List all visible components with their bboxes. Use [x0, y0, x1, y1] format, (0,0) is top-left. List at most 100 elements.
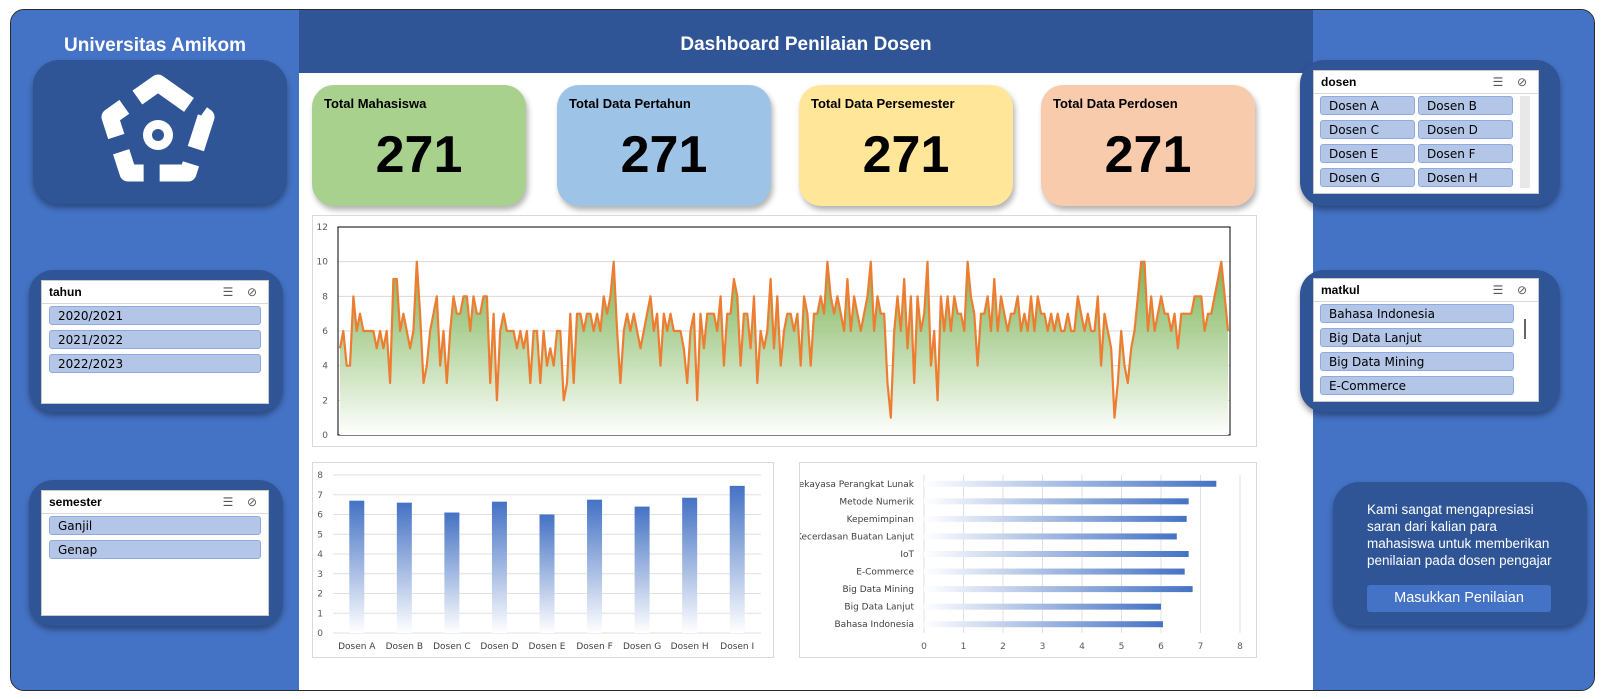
matkul-slicer: matkul ☰ ⊘ Bahasa Indonesia Big Data Lan…	[1313, 278, 1539, 402]
y-tick-label: Big Data Lanjut	[844, 603, 914, 613]
y-tick-label: 3	[317, 570, 323, 580]
feedback-message: Kami sangat mengapresiasi saran dari kal…	[1367, 502, 1552, 568]
slicer-scrollbar[interactable]	[1520, 96, 1530, 188]
x-tick-label: Dosen A	[338, 642, 376, 652]
kpi-label: Total Data Persemester	[811, 96, 955, 111]
slicer-item-dosen-f[interactable]: Dosen F	[1418, 144, 1513, 163]
clear-filter-icon[interactable]: ⊘	[244, 284, 260, 300]
slicer-header: tahun ☰ ⊘	[42, 281, 268, 304]
kpi-label: Total Mahasiswa	[324, 96, 427, 111]
y-tick-label: 12	[317, 223, 328, 233]
x-tick-label: 6	[1158, 642, 1164, 652]
slicer-scrollbar[interactable]	[1524, 319, 1526, 339]
slicer-item-dosen-d[interactable]: Dosen D	[1418, 120, 1513, 139]
bar	[634, 506, 650, 633]
x-tick-label: Dosen E	[529, 642, 566, 652]
bar	[924, 515, 1187, 522]
kpi-label: Total Data Perdosen	[1053, 96, 1178, 111]
slicer-item-dosen-a[interactable]: Dosen A	[1320, 96, 1415, 115]
slicer-item-2022-2023[interactable]: 2022/2023	[49, 354, 261, 373]
y-tick-label: E-Commerce	[856, 568, 914, 578]
bar	[924, 498, 1189, 505]
matkul-bar-chart-card: 0 1 2 3 4 5 6 7 8 Rekayasa Perangkat Lunak Metode …	[793, 462, 1257, 658]
slicer-item-dosen-b[interactable]: Dosen B	[1418, 96, 1513, 115]
clear-filter-icon[interactable]: ⊘	[244, 494, 260, 510]
kpi-card-total-pertahun: Total Data Pertahun 271	[557, 85, 771, 206]
slicer-item-dosen-h[interactable]: Dosen H	[1418, 168, 1513, 187]
slicer-item-2021-2022[interactable]: 2021/2022	[49, 330, 261, 349]
slicer-title: tahun	[49, 285, 82, 299]
dosen-bar-chart-card: 0 1 2 3 4 5 6 7 8 Dosen A Dosen B Dosen C Dosen D Dos…	[312, 462, 774, 658]
x-tick-label: Dosen B	[386, 642, 423, 652]
slicer-item-2020-2021[interactable]: 2020/2021	[49, 306, 261, 325]
multi-select-icon[interactable]: ☰	[220, 284, 236, 300]
x-tick-label: 0	[921, 642, 927, 652]
bar	[491, 501, 507, 633]
slicer-title: matkul	[1321, 283, 1360, 297]
area-series	[340, 261, 1228, 435]
bar	[924, 551, 1189, 557]
y-tick-label: 8	[322, 292, 328, 302]
bar	[729, 485, 745, 633]
kpi-value: 271	[620, 126, 708, 184]
x-tick-label: Dosen F	[576, 642, 612, 652]
right-panel: dosen ☰ ⊘ Dosen A Dosen B Dosen C Dosen …	[1300, 10, 1594, 690]
x-tick-label: 2	[1000, 642, 1006, 652]
slicer-item-dosen-c[interactable]: Dosen C	[1320, 120, 1415, 139]
slicer-item-dosen-e[interactable]: Dosen E	[1320, 144, 1415, 163]
kpi-card-total-perdosen: Total Data Perdosen 271	[1041, 85, 1255, 206]
slicer-item-genap[interactable]: Genap	[49, 540, 261, 559]
y-tick-label: 5	[317, 530, 323, 540]
multi-select-icon[interactable]: ☰	[1490, 74, 1506, 90]
y-tick-label: 10	[317, 258, 329, 268]
tahun-slicer: tahun ☰ ⊘ 2020/2021 2021/2022 2022/2023	[41, 280, 269, 404]
multi-select-icon[interactable]: ☰	[1490, 282, 1506, 298]
slicer-header: dosen ☰ ⊘	[1314, 71, 1538, 94]
bar	[682, 497, 698, 633]
y-tick-label: 1	[317, 609, 323, 619]
y-tick-label: 6	[317, 511, 323, 521]
slicer-header: semester ☰ ⊘	[42, 491, 268, 514]
dashboard-frame: Universitas Amikom tahun ☰ ⊘ 2020/2021 2…	[10, 9, 1595, 691]
multi-select-icon[interactable]: ☰	[220, 494, 236, 510]
slicer-item-big-data-lanjut[interactable]: Big Data Lanjut	[1320, 328, 1514, 347]
y-tick-label: 4	[322, 362, 328, 372]
bar	[587, 499, 603, 633]
x-tick-label: 8	[1237, 642, 1243, 652]
bar	[444, 512, 460, 633]
kpi-card-total-persemester: Total Data Persemester 271	[799, 85, 1013, 206]
y-tick-label: Rekayasa Perangkat Lunak	[800, 480, 915, 490]
y-tick-label: Big Data Mining	[843, 585, 915, 595]
y-tick-label: IoT	[900, 550, 914, 560]
tahun-slicer-card: tahun ☰ ⊘ 2020/2021 2021/2022 2022/2023	[29, 270, 283, 412]
submit-rating-button[interactable]: Masukkan Penilaian	[1367, 585, 1551, 612]
slicer-item-big-data-mining[interactable]: Big Data Mining	[1320, 352, 1514, 371]
bar	[924, 533, 1177, 540]
matkul-bar-chart: 0 1 2 3 4 5 6 7 8 Rekayasa Perangkat Lunak Metode …	[793, 475, 1243, 652]
dosen-slicer: dosen ☰ ⊘ Dosen A Dosen B Dosen C Dosen …	[1313, 70, 1539, 194]
slicer-item-dosen-g[interactable]: Dosen G	[1320, 168, 1415, 187]
slicer-title: semester	[49, 495, 102, 509]
x-tick-label: Dosen I	[720, 642, 754, 652]
y-tick-label: 2	[322, 396, 328, 406]
y-tick-label: Bahasa Indonesia	[835, 620, 915, 630]
semester-slicer-card: semester ☰ ⊘ Ganjil Genap	[29, 480, 283, 626]
slicer-item-bahasa-indonesia[interactable]: Bahasa Indonesia	[1320, 304, 1514, 323]
bar	[924, 480, 1217, 487]
feedback-card: Kami sangat mengapresiasi saran dari kal…	[1333, 482, 1587, 626]
center-panel: Dashboard Penilaian Dosen Total Mahasisw…	[299, 10, 1313, 690]
clear-filter-icon[interactable]: ⊘	[1514, 282, 1530, 298]
slicer-item-e-commerce[interactable]: E-Commerce	[1320, 376, 1514, 395]
left-panel: Universitas Amikom tahun ☰ ⊘ 2020/2021 2…	[11, 10, 299, 690]
y-tick-label: 6	[322, 327, 328, 337]
clear-filter-icon[interactable]: ⊘	[1514, 74, 1530, 90]
kpi-card-total-mahasiswa: Total Mahasiswa 271	[312, 85, 526, 206]
bar	[539, 514, 555, 633]
bar	[349, 500, 365, 633]
logo-card	[33, 60, 287, 204]
y-tick-label: 0	[322, 431, 328, 441]
slicer-item-ganjil[interactable]: Ganjil	[49, 516, 261, 535]
x-tick-label: Dosen D	[480, 642, 518, 652]
y-tick-label: 2	[317, 590, 323, 600]
bar	[924, 568, 1185, 575]
